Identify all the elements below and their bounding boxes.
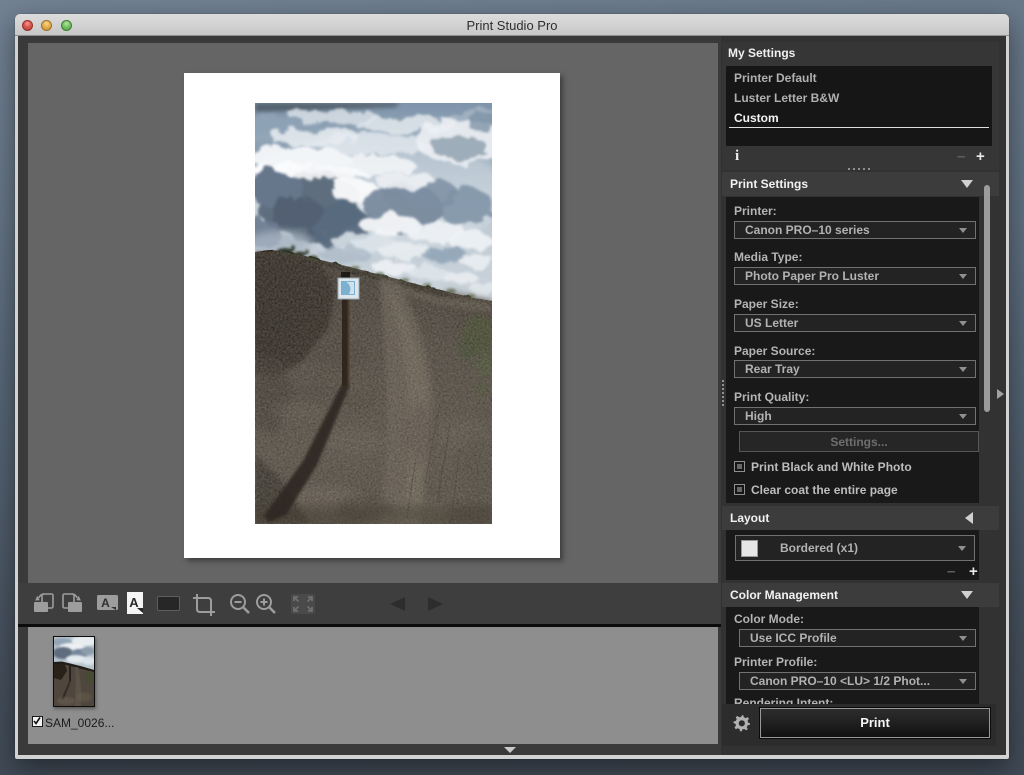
svg-text:A: A [101,596,110,610]
svg-text:A: A [129,595,139,610]
